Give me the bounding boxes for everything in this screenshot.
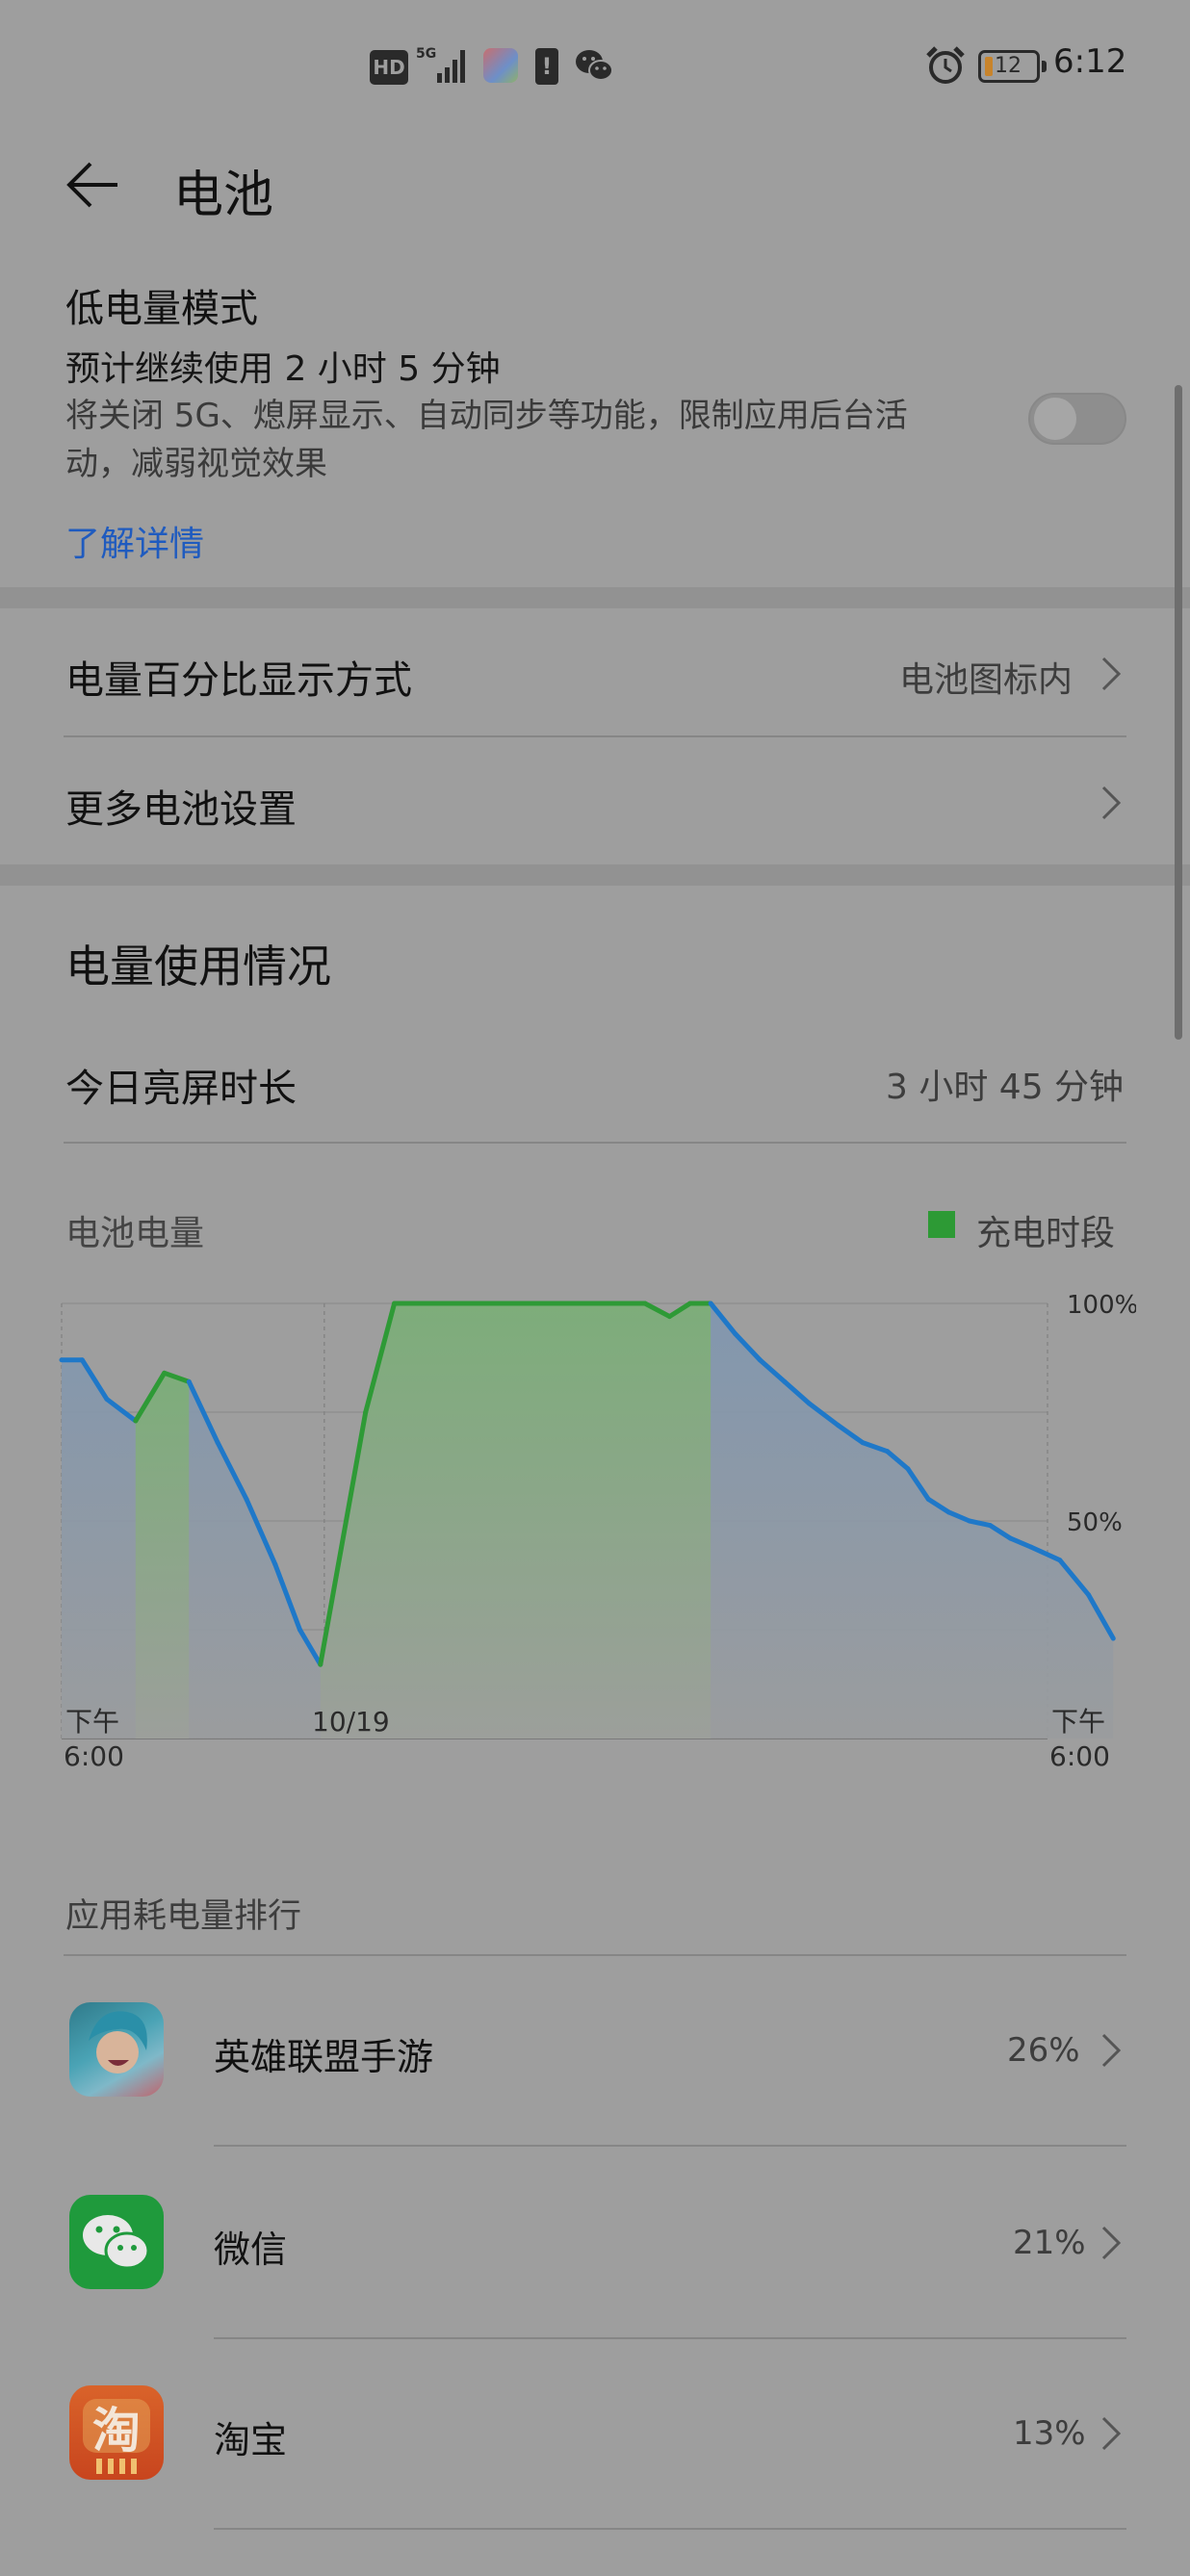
battery-level-text: 12 bbox=[995, 54, 1022, 78]
app-percent: 26% bbox=[1007, 2031, 1080, 2070]
charging-area bbox=[135, 1373, 190, 1739]
app-name: 英雄联盟手游 bbox=[214, 2036, 434, 2078]
app-ranking-title: 应用耗电量排行 bbox=[65, 1897, 302, 1936]
status-bar: HD 5G ! 12 6:12 bbox=[0, 0, 1190, 135]
divider bbox=[214, 2528, 1126, 2530]
network-type-label: 5G bbox=[416, 46, 436, 62]
more-battery-settings-row[interactable]: 更多电池设置 bbox=[0, 737, 1190, 864]
charging-legend-swatch bbox=[928, 1211, 955, 1238]
wechat-icon bbox=[574, 46, 614, 85]
toggle-knob bbox=[1034, 398, 1076, 440]
taobao-app-icon: 淘 bbox=[69, 2385, 164, 2480]
low-power-toggle[interactable] bbox=[1028, 393, 1126, 445]
app-name: 微信 bbox=[214, 2228, 288, 2271]
chevron-right-icon bbox=[1101, 657, 1122, 691]
chart-label: 电池电量 bbox=[65, 1214, 205, 1253]
learn-more-link[interactable]: 了解详情 bbox=[65, 516, 204, 566]
section-separator bbox=[0, 864, 1190, 886]
divider bbox=[64, 1142, 1126, 1144]
x-tick-label: 下午 bbox=[1051, 1706, 1105, 1738]
league-of-legends-icon bbox=[69, 2002, 164, 2097]
chevron-right-icon bbox=[1101, 2033, 1122, 2068]
percentage-display-row[interactable]: 电量百分比显示方式 电池图标内 bbox=[0, 608, 1190, 735]
section-separator bbox=[0, 587, 1190, 608]
low-power-estimate: 预计继续使用 2 小时 5 分钟 bbox=[65, 349, 501, 389]
page-title: 电池 bbox=[173, 167, 274, 224]
battery-level-chart: 100%50% 下午6:0010/19 下午6:00 bbox=[59, 1291, 1136, 1771]
y-tick-label: 50% bbox=[1067, 1508, 1123, 1537]
y-tick-label: 100% bbox=[1067, 1291, 1136, 1320]
screen-on-value: 3 小时 45 分钟 bbox=[886, 1068, 1125, 1107]
x-tick-label: 10/19 bbox=[312, 1706, 390, 1738]
x-tick-label: 6:00 bbox=[64, 1740, 124, 1771]
app-percent: 21% bbox=[1013, 2224, 1086, 2262]
wechat-app-icon bbox=[69, 2195, 164, 2289]
chevron-right-icon bbox=[1101, 2416, 1122, 2451]
percentage-display-label: 电量百分比显示方式 bbox=[65, 658, 412, 703]
app-row-taobao[interactable]: 淘 淘宝 13% bbox=[0, 2339, 1190, 2528]
app-row-lol[interactable]: 英雄联盟手游 26% bbox=[0, 1956, 1190, 2145]
chevron-right-icon bbox=[1101, 786, 1122, 820]
svg-text:淘: 淘 bbox=[92, 2403, 141, 2459]
charging-legend-label: 充电时段 bbox=[976, 1214, 1116, 1253]
battery-warning-icon: ! bbox=[535, 48, 558, 85]
percentage-display-value: 电池图标内 bbox=[899, 660, 1074, 700]
low-power-title: 低电量模式 bbox=[65, 287, 258, 331]
chevron-right-icon bbox=[1101, 2226, 1122, 2260]
app-name: 淘宝 bbox=[214, 2419, 288, 2461]
low-power-desc-line1: 将关闭 5G、熄屏显示、自动同步等功能，限制应用后台活 bbox=[65, 397, 908, 435]
status-time: 6:12 bbox=[1053, 42, 1127, 81]
signal-icon: 5G bbox=[416, 44, 474, 87]
battery-icon: 12 bbox=[978, 50, 1047, 83]
scrollbar[interactable] bbox=[1175, 385, 1182, 1040]
more-battery-label: 更多电池设置 bbox=[65, 787, 297, 832]
alarm-icon bbox=[924, 44, 967, 87]
app-row-wechat[interactable]: 微信 21% bbox=[0, 2147, 1190, 2337]
back-arrow-icon[interactable] bbox=[64, 156, 121, 214]
x-tick-label: 6:00 bbox=[1049, 1740, 1110, 1771]
app-notification-icon bbox=[483, 48, 518, 83]
app-percent: 13% bbox=[1013, 2414, 1086, 2453]
usage-section-title: 电量使用情况 bbox=[65, 940, 331, 992]
low-power-desc-line2: 动，减弱视觉效果 bbox=[65, 445, 327, 483]
screen-on-label: 今日亮屏时长 bbox=[65, 1067, 297, 1111]
x-tick-label: 下午 bbox=[65, 1706, 119, 1738]
hd-icon: HD bbox=[370, 50, 408, 85]
